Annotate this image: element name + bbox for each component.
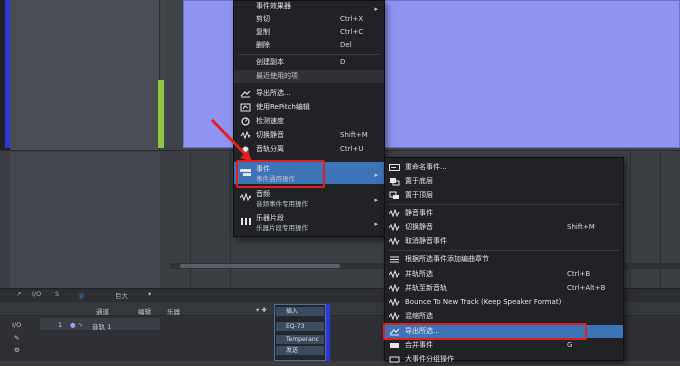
annotation-box-export: [383, 323, 587, 340]
column-edit: 编辑: [138, 308, 151, 316]
track-number: 1: [58, 321, 63, 329]
record-icon[interactable]: ● ∿: [70, 321, 83, 329]
split-icon: [242, 146, 249, 153]
insert-send[interactable]: 发送: [276, 346, 324, 355]
chevron-right-icon: ▸: [374, 220, 378, 228]
chevron-right-icon: ▸: [374, 196, 378, 204]
track-name[interactable]: 音轨 1: [92, 321, 111, 331]
merge-icon: [390, 343, 399, 348]
menu-item-rename-event[interactable]: 重命名事件...: [385, 161, 623, 174]
mixdown-icon: [389, 312, 400, 321]
menu-item-cut[interactable]: 剪切 Ctrl+X: [234, 13, 384, 26]
column-instrument: 乐器: [167, 308, 180, 316]
bounce-new-icon: [389, 284, 400, 293]
chevron-down-icon[interactable]: ▾: [148, 290, 151, 298]
menu-item-send-to-back[interactable]: 置于底层: [385, 175, 623, 188]
unmute-icon: [389, 237, 400, 246]
audio-wave-icon: [240, 193, 251, 202]
group-icon: [389, 356, 400, 363]
menu-item-merge-events[interactable]: 合并事件 G: [385, 339, 623, 352]
export-icon: [240, 90, 251, 98]
list-icon: [390, 256, 399, 263]
tempo-icon: [241, 117, 250, 126]
menu-item-detect-tempo[interactable]: 检测速度: [234, 115, 384, 128]
menu-item-toggle-mute[interactable]: 切换静音 Shift+M: [385, 221, 623, 234]
menu-separator: [238, 54, 380, 55]
menu-item-bounce-keep-format[interactable]: Bounce To New Track (Keep Speaker Format…: [385, 296, 623, 309]
menu-item-bounce-selection[interactable]: 并轨所选 Ctrl+B: [385, 268, 623, 281]
mute-icon: [240, 131, 251, 140]
menu-item-duplicate[interactable]: 创建副本 D: [234, 56, 384, 69]
context-menu: 事件效果器 ▸ 剪切 Ctrl+X 复制 Ctrl+C 删除 Del 创建副本 …: [233, 0, 385, 237]
toggle-mute-icon: [389, 223, 400, 232]
menu-item-bring-to-front[interactable]: 置于顶层: [385, 189, 623, 202]
menu-item-delete[interactable]: 删除 Del: [234, 39, 384, 52]
menu-item-mixdown-selection[interactable]: 混缩所选: [385, 310, 623, 323]
insert-eq[interactable]: EQ-73: [276, 322, 324, 331]
tool-icon[interactable]: ✎: [14, 334, 19, 342]
menu-item-event-fx[interactable]: 事件效果器 ▸: [234, 0, 384, 13]
menu-item-bounce-new-track[interactable]: 并轨至新音轨 Ctrl+Alt+B: [385, 282, 623, 295]
send-back-icon: [390, 178, 400, 186]
menu-item-split-track[interactable]: 音轨分离 Ctrl+U: [234, 143, 384, 156]
column-channel: 通道: [96, 308, 109, 316]
menu-item-mute-event[interactable]: 静音事件: [385, 207, 623, 220]
mute-wave-icon: [389, 209, 400, 218]
bounce-wave-icon: [389, 270, 400, 279]
submenu-audio[interactable]: 音频 音频事件专用操作 ▸: [234, 187, 384, 209]
toolbar-size[interactable]: 巨大: [115, 290, 128, 300]
bring-front-icon: [389, 191, 399, 199]
toolbar-arrow[interactable]: ↗: [16, 290, 21, 298]
level-meter: [158, 80, 164, 148]
submenu-instrument-part[interactable]: 乐器片段 乐器片段专用操作 ▸: [234, 211, 384, 233]
menu-item-group-events[interactable]: 大事件分组操作: [385, 353, 623, 366]
chevron-right-icon: ▸: [374, 171, 378, 179]
annotation-box-event: [236, 160, 325, 188]
menu-separator: [389, 204, 619, 205]
menu-item-unmute-event[interactable]: 取消静音事件: [385, 235, 623, 248]
wrench-icon[interactable]: ⚙: [14, 346, 20, 354]
track-color-bar: [326, 304, 330, 361]
menu-section-recent: 最近使用的项: [234, 70, 384, 83]
toolbar-u-icon[interactable]: Ⓤ: [78, 290, 85, 300]
repitch-icon: [240, 103, 251, 112]
track-io[interactable]: I/O: [12, 321, 21, 329]
menu-item-toggle-mute[interactable]: 切换静音 Shift+M: [234, 129, 384, 142]
bounce-keep-icon: [389, 298, 400, 307]
track-panel: [10, 0, 160, 150]
insert-tempo[interactable]: Temperanc: [276, 335, 324, 344]
toolbar-io[interactable]: I/O: [32, 290, 41, 298]
scrollbar-thumb[interactable]: [180, 264, 340, 268]
menu-dropdown-icon[interactable]: ▾ ✚: [256, 306, 267, 314]
menu-item-export-selected[interactable]: 导出所选...: [234, 87, 384, 100]
rename-icon: [389, 164, 400, 171]
toolbar-s[interactable]: S: [55, 290, 59, 298]
menu-item-add-arranger-section[interactable]: 根据所选事件添加编曲章节: [385, 253, 623, 266]
menu-item-repitch[interactable]: 使用RePitch编辑: [234, 101, 384, 114]
menu-item-copy[interactable]: 复制 Ctrl+C: [234, 26, 384, 39]
menu-separator: [389, 250, 619, 251]
lower-track-panel: [10, 152, 160, 288]
insert-header[interactable]: 插入: [276, 307, 324, 316]
instrument-icon: [241, 218, 251, 225]
